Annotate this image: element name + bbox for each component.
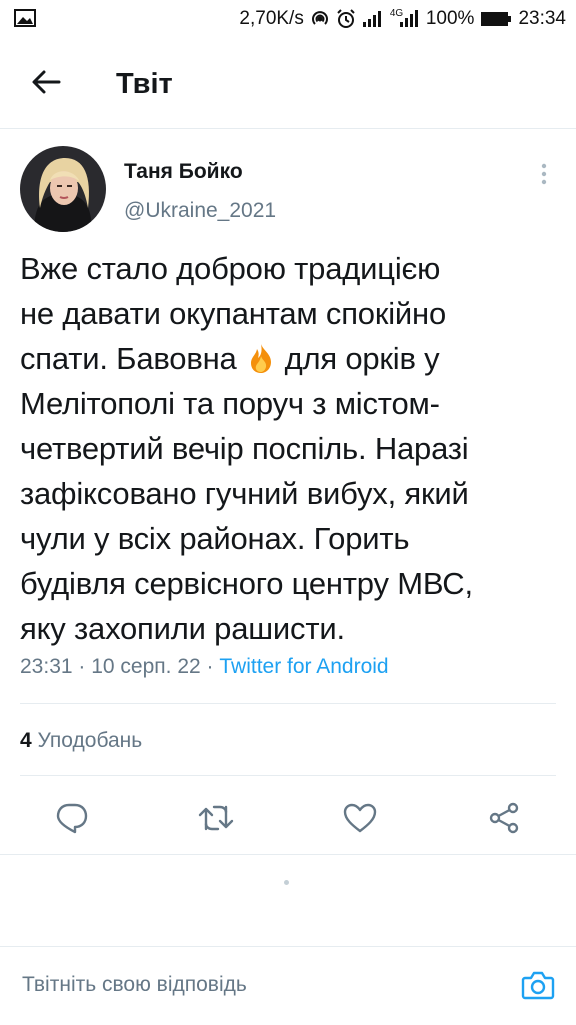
more-vertical-icon[interactable]	[532, 158, 556, 190]
likes-count: 4	[20, 729, 32, 752]
tweet-line-part: спати. Бавовна	[20, 341, 237, 376]
hotspot-icon	[310, 9, 330, 29]
divider	[20, 775, 556, 776]
tweet-line: не давати окупантам спокійно	[20, 296, 446, 331]
retweet-icon[interactable]	[196, 798, 236, 838]
status-bar: 2,70K/s 4G 100% 23:34	[0, 0, 576, 38]
reply-input[interactable]: Твітніть свою відповідь	[22, 973, 247, 997]
fire-emoji-icon	[245, 341, 277, 373]
reply-icon[interactable]	[52, 798, 92, 838]
tweet-line-part: для орків у	[284, 341, 440, 376]
network-speed: 2,70K/s	[239, 8, 304, 29]
tweet-line: яку захопили рашисти.	[20, 611, 345, 646]
tweet-line: Мелітополі та поруч з містом-	[20, 386, 440, 421]
tweet-date: 10 серп. 22	[91, 655, 201, 678]
alarm-icon	[336, 9, 356, 29]
signal-icon	[362, 10, 384, 28]
share-icon[interactable]	[484, 798, 524, 838]
page-title: Твіт	[116, 68, 173, 100]
tweet-time: 23:31	[20, 655, 73, 678]
arrow-left-icon[interactable]	[28, 64, 64, 100]
battery-percent: 100%	[425, 8, 475, 29]
app-header: Твіт	[0, 38, 576, 129]
status-time: 23:34	[518, 8, 566, 29]
tweet-line: спати. Бавовна для орків у	[20, 336, 560, 381]
image-icon	[14, 9, 36, 27]
battery-icon	[480, 10, 512, 28]
likes-stat[interactable]: 4 Уподобань	[20, 729, 142, 753]
author-handle[interactable]: @Ukraine_2021	[124, 199, 276, 223]
network-type-label: 4G	[389, 8, 404, 19]
author-name[interactable]: Таня Бойко	[124, 160, 243, 184]
reply-bar: Твітніть свою відповідь	[0, 946, 576, 1025]
meta-separator: ·	[200, 655, 220, 678]
divider	[0, 854, 576, 855]
meta-separator: ·	[72, 655, 92, 678]
tweet-line: Вже стало доброю традицією	[20, 251, 441, 286]
tweet-actions	[0, 788, 576, 848]
tweet-line: будівля сервісного центру МВС,	[20, 566, 473, 601]
divider	[20, 703, 556, 704]
tweet-source-link[interactable]: Twitter for Android	[219, 655, 388, 678]
camera-icon[interactable]	[520, 967, 556, 1003]
likes-label: Уподобань	[37, 729, 143, 752]
tweet-line: зафіксовано гучний вибух, який	[20, 476, 469, 511]
tweet-meta: 23:31 · 10 серп. 22 · Twitter for Androi…	[20, 655, 389, 679]
tweet-line: чули у всіх районах. Горить	[20, 521, 410, 556]
signal-4g-icon: 4G	[389, 8, 420, 28]
tweet-line: четвертий вечір поспіль. Наразі	[20, 431, 469, 466]
loading-indicator	[284, 880, 289, 885]
like-icon[interactable]	[340, 798, 380, 838]
tweet-text: Вже стало доброю традицією не давати оку…	[20, 246, 560, 651]
avatar[interactable]	[20, 146, 106, 232]
